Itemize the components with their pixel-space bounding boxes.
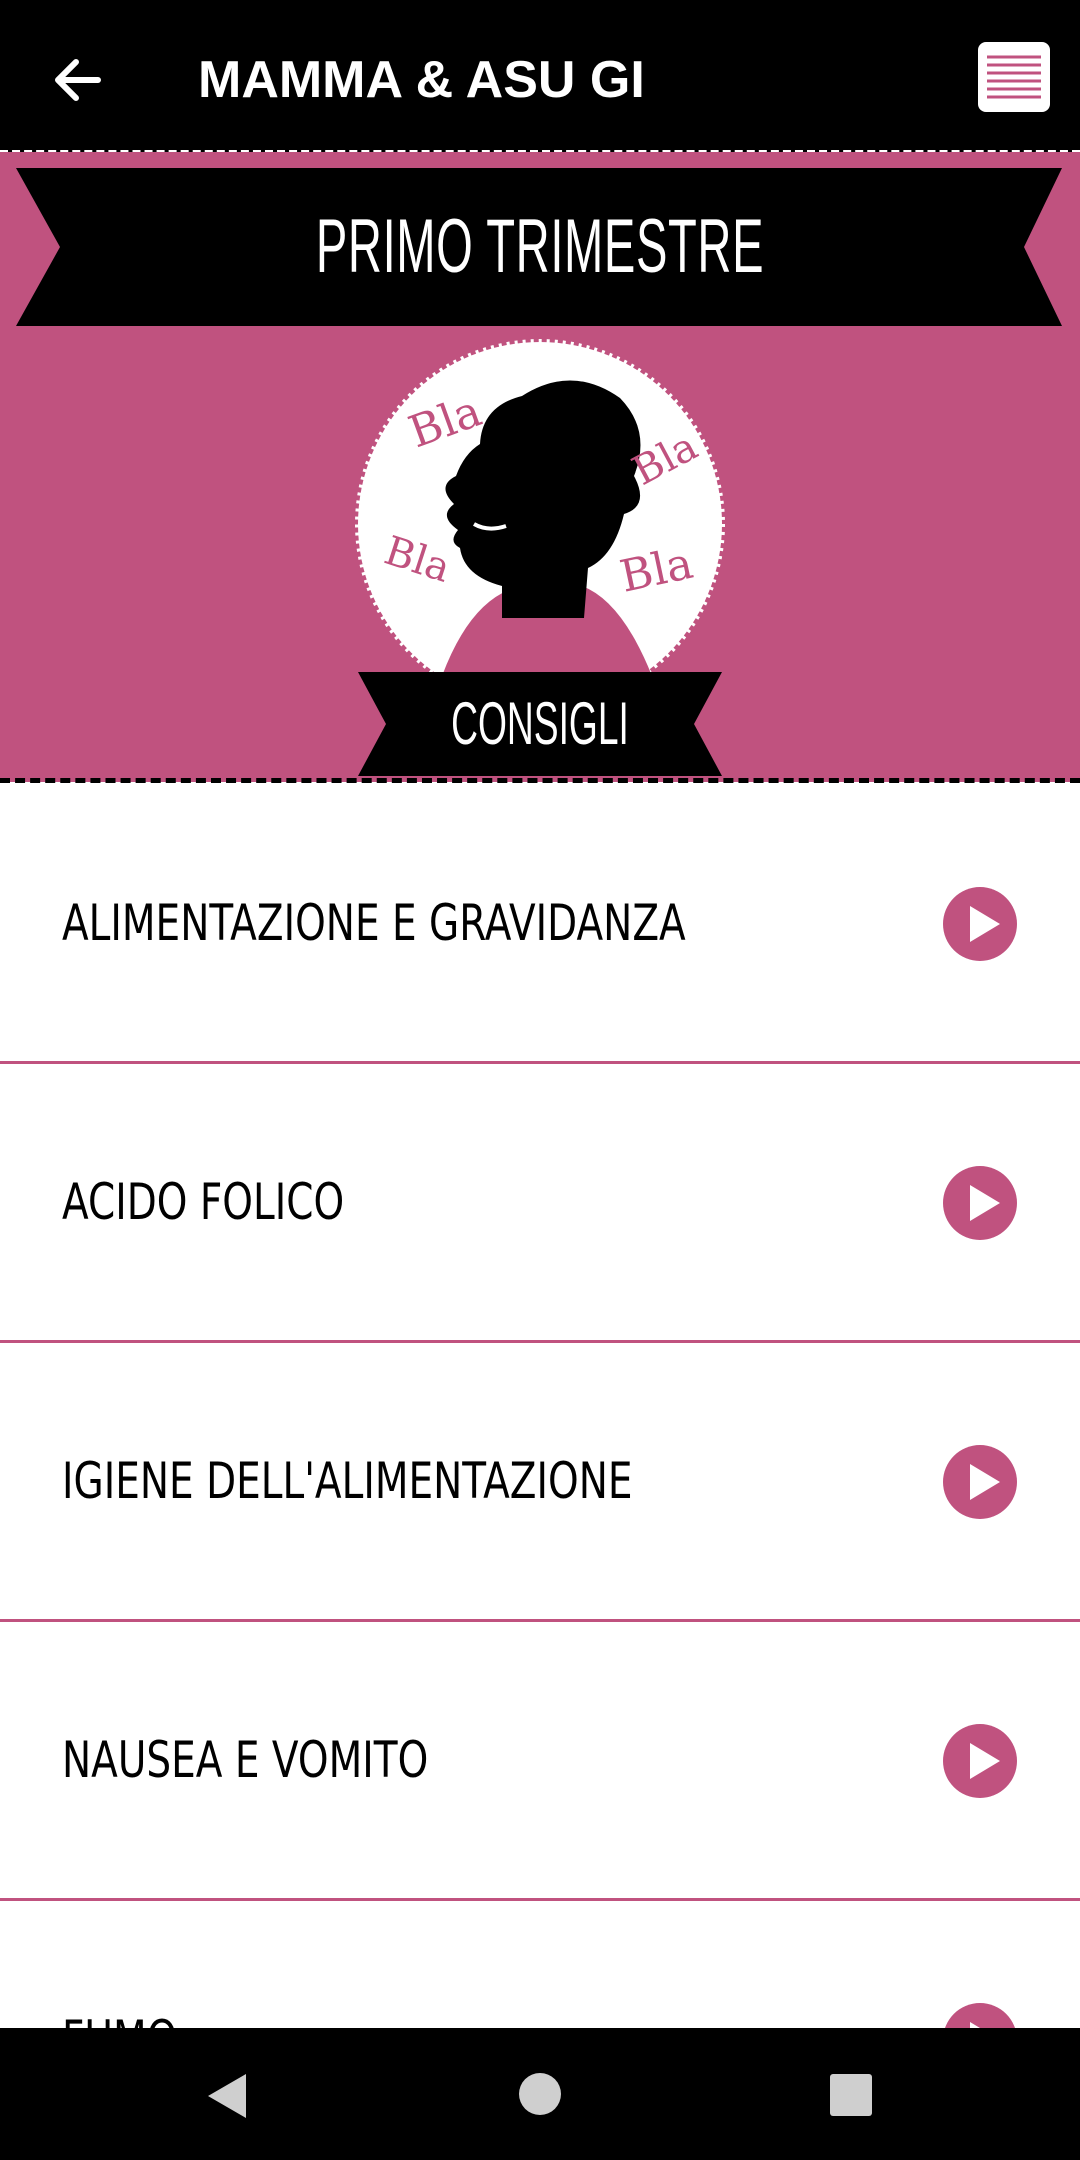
list-item[interactable]: NAUSEA E VOMITO [0, 1622, 1080, 1901]
topic-list: ALIMENTAZIONE E GRAVIDANZA ACIDO FOLICO … [0, 785, 1080, 2028]
list-item[interactable]: ACIDO FOLICO [0, 1064, 1080, 1343]
back-button[interactable] [40, 44, 112, 116]
list-item-label: IGIENE DELL'ALIMENTAZIONE [62, 1452, 633, 1510]
play-icon[interactable] [942, 2002, 1018, 2028]
list-item-label: FUMO [62, 1901, 177, 2028]
list-item-label: NAUSEA E VOMITO [62, 1731, 429, 1789]
menu-button[interactable] [978, 42, 1050, 112]
play-icon[interactable] [942, 1165, 1018, 1241]
nav-home-icon[interactable] [519, 2073, 561, 2115]
menu-lines-icon [987, 55, 1041, 99]
app-bar: MAMMA & ASU GI [0, 0, 1080, 152]
app-title: MAMMA & ASU GI [198, 51, 645, 109]
page-title: PRIMO TRIMESTRE [315, 204, 765, 289]
nav-recents-icon[interactable] [830, 2074, 872, 2116]
header-divider [0, 778, 1080, 783]
section-label: CONSIGLI [451, 690, 629, 757]
nav-back-icon[interactable] [206, 2072, 250, 2120]
list-item-label: ACIDO FOLICO [62, 1173, 345, 1231]
list-item-label: ALIMENTAZIONE E GRAVIDANZA [62, 894, 686, 952]
play-icon[interactable] [942, 1444, 1018, 1520]
arrow-left-icon [55, 59, 101, 101]
talking-man-illustration: Bla Bla Bla Bla [355, 339, 725, 709]
list-item[interactable]: FUMO [0, 1901, 1080, 2028]
list-item[interactable]: IGIENE DELL'ALIMENTAZIONE [0, 1343, 1080, 1622]
list-item[interactable]: ALIMENTAZIONE E GRAVIDANZA [0, 785, 1080, 1064]
play-icon[interactable] [942, 1723, 1018, 1799]
play-icon[interactable] [942, 886, 1018, 962]
